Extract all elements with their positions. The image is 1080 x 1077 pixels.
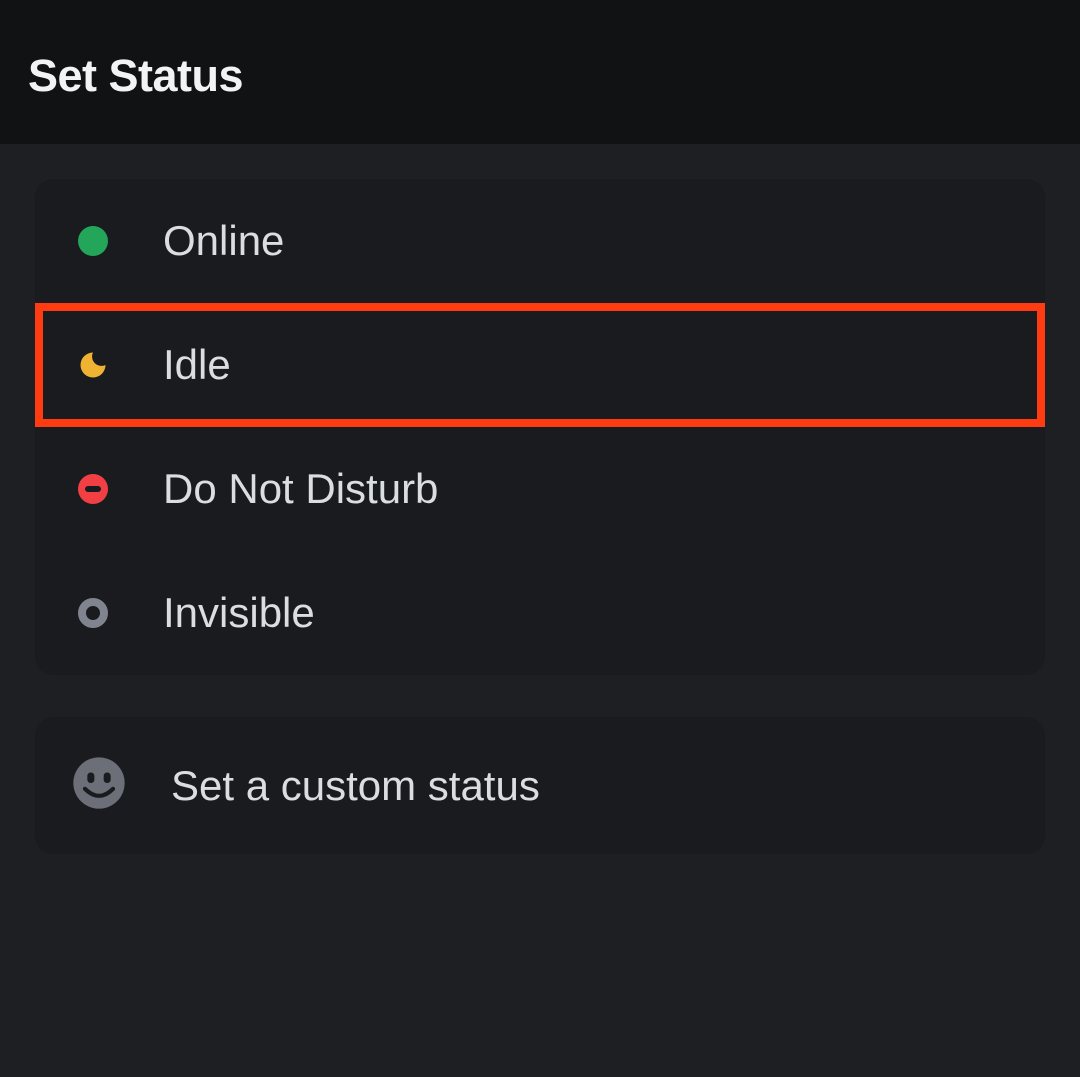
status-option-online[interactable]: Online [35, 179, 1045, 303]
set-custom-status-button[interactable]: Set a custom status [35, 717, 1045, 854]
invisible-icon [75, 595, 111, 631]
page-title: Set Status [28, 50, 1052, 102]
status-label-online: Online [163, 217, 284, 265]
status-label-dnd: Do Not Disturb [163, 465, 438, 513]
status-option-idle[interactable]: Idle [35, 303, 1045, 427]
smiley-icon [71, 755, 127, 816]
status-options-card: Online Idle Do Not Disturb Invisible [35, 179, 1045, 675]
idle-icon [75, 347, 111, 383]
content-area: Online Idle Do Not Disturb Invisible [0, 144, 1080, 889]
dnd-icon [75, 471, 111, 507]
custom-status-label: Set a custom status [171, 762, 540, 810]
online-icon [75, 223, 111, 259]
status-option-invisible[interactable]: Invisible [35, 551, 1045, 675]
header: Set Status [0, 0, 1080, 144]
custom-status-card: Set a custom status [35, 717, 1045, 854]
status-label-invisible: Invisible [163, 589, 315, 637]
status-label-idle: Idle [163, 341, 231, 389]
status-option-dnd[interactable]: Do Not Disturb [35, 427, 1045, 551]
